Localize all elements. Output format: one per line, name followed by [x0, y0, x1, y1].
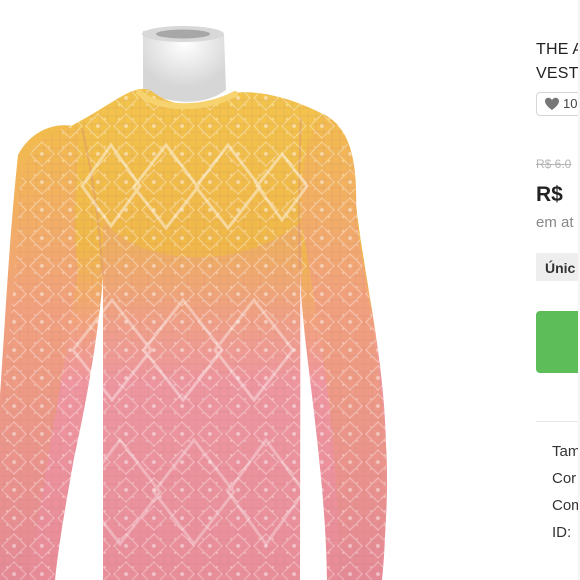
product-info-panel: THE A VEST 10 R$ 6.0 R$ em at Únic Tam C… [536, 0, 580, 580]
brand-name: THE A [536, 41, 580, 58]
heart-icon [545, 97, 559, 110]
knit-dress-image [0, 0, 520, 580]
product-title-line-two: VEST [536, 65, 579, 82]
like-button[interactable]: 10 [536, 92, 580, 116]
detail-color: Cor [552, 470, 577, 487]
like-count: 10 [563, 96, 578, 111]
product-image[interactable] [0, 0, 520, 580]
detail-size: Tam [552, 443, 580, 460]
product-details-list: Tam Cor Com ID: [552, 443, 580, 551]
size-option-single[interactable]: Únic [536, 253, 580, 281]
buy-button[interactable] [536, 311, 580, 373]
mannequin-neck [142, 26, 226, 102]
details-divider [536, 421, 580, 422]
detail-composition: Com [552, 497, 580, 514]
product-title: THE A VEST [536, 38, 580, 86]
old-price: R$ 6.0 [536, 157, 572, 171]
size-option-label: Únic [545, 260, 576, 276]
installment-text: em at [536, 214, 574, 231]
detail-id: ID: [552, 524, 572, 541]
current-price: R$ [536, 183, 563, 206]
